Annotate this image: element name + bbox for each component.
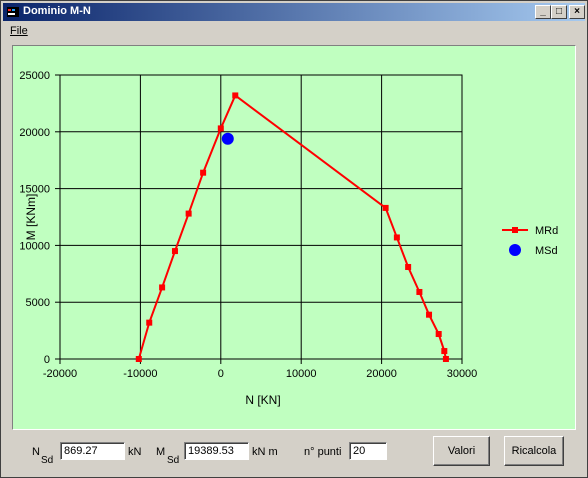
- data-point-MRd: [405, 263, 412, 270]
- input-bar: N Sd kN M Sd kN m n° punti Valori Ricalc…: [1, 433, 588, 477]
- data-point-MRd: [135, 356, 142, 362]
- msd-subscript: Sd: [167, 455, 180, 466]
- data-point-MRd: [185, 210, 192, 217]
- nsd-label: N: [32, 446, 40, 458]
- close-icon: ×: [574, 6, 580, 17]
- y-tick-label: 20000: [19, 127, 50, 139]
- plot-area: [59, 74, 463, 360]
- data-point-MRd: [382, 204, 389, 211]
- chart-panel: -20000 -10000 0 10000 20000 30000 0 5000 10000 15…: [12, 45, 576, 430]
- menu-file[interactable]: File: [10, 25, 28, 37]
- y-tick-label: 5000: [26, 297, 50, 309]
- data-point-MRd: [146, 319, 153, 326]
- y-tick-label: 10000: [19, 240, 50, 252]
- md-chart: -20000 -10000 0 10000 20000 30000050001000015…: [19, 70, 558, 407]
- data-point-MRd: [416, 288, 423, 295]
- msd-unit: kN m: [252, 446, 278, 458]
- main-window: Dominio M-N _ □ × File -20000 -10000 0 1000…: [0, 0, 588, 478]
- data-point-MRd: [441, 348, 448, 355]
- data-point-MRd: [442, 356, 449, 362]
- minimize-button[interactable]: _: [535, 5, 551, 19]
- npunti-label: n° punti: [304, 446, 342, 458]
- x-tick-label: 0: [218, 368, 224, 380]
- legend-label-MSd: MSd: [535, 245, 558, 257]
- app-icon: [7, 7, 19, 17]
- legend-label-MRd: MRd: [535, 225, 558, 237]
- x-tick-label: -20000: [43, 368, 77, 380]
- data-point-MRd: [217, 125, 224, 132]
- nsd-input[interactable]: [60, 442, 125, 460]
- window-title: Dominio M-N: [23, 5, 91, 17]
- x-tick-label: 30000: [447, 368, 478, 380]
- data-point-MRd: [435, 331, 442, 338]
- x-tick-label: -10000: [123, 368, 157, 380]
- data-point-MRd: [232, 92, 239, 99]
- data-point-MRd: [426, 311, 433, 318]
- title-bar: Dominio M-N _ □ ×: [3, 3, 585, 21]
- data-point-MRd: [200, 169, 207, 176]
- series-line-MRd: [137, 93, 447, 360]
- data-point-MSd: [221, 132, 234, 145]
- ricalcola-button[interactable]: Ricalcola: [504, 436, 564, 466]
- legend-marker-MRd: [512, 227, 518, 233]
- menu-bar: File: [3, 23, 585, 41]
- y-tick-label: 0: [44, 354, 50, 366]
- data-point-MRd: [171, 248, 178, 255]
- msd-label: M: [156, 446, 166, 458]
- maximize-icon: □: [555, 6, 563, 17]
- minimize-icon: _: [540, 6, 546, 17]
- valori-button[interactable]: Valori: [433, 436, 490, 466]
- data-point-MRd: [393, 234, 400, 241]
- close-button[interactable]: ×: [569, 5, 585, 19]
- y-tick-label: 25000: [19, 70, 50, 82]
- legend-marker-MSd: [509, 244, 521, 256]
- nsd-unit: kN: [128, 446, 142, 458]
- maximize-button[interactable]: □: [551, 5, 567, 19]
- msd-input[interactable]: [184, 442, 249, 460]
- x-tick-label: 10000: [286, 368, 317, 380]
- x-tick-label: 20000: [366, 368, 397, 380]
- npunti-input[interactable]: [349, 442, 387, 460]
- data-point-MRd: [159, 284, 166, 291]
- x-axis-label: N [KN]: [245, 393, 280, 407]
- y-axis-label: M [KNm]: [24, 194, 38, 241]
- nsd-subscript: Sd: [41, 455, 54, 466]
